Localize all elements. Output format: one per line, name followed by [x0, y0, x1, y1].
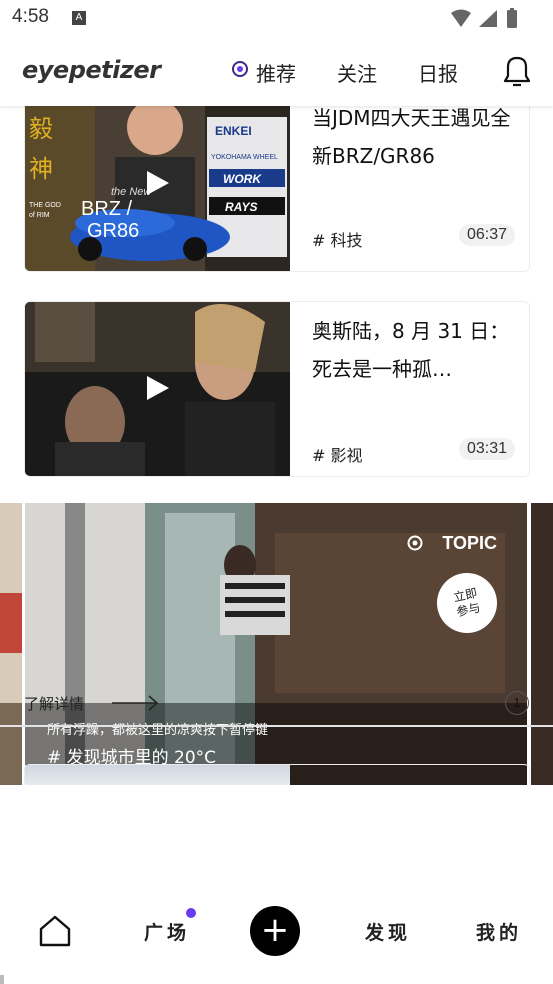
app-header: eyepetizer 推荐 关注 日报: [0, 40, 553, 106]
tab-follow[interactable]: 关注: [337, 58, 377, 87]
next-banner-edge[interactable]: [531, 503, 553, 785]
app-logo[interactable]: eyepetizer: [22, 56, 161, 84]
thumb-small-text-1: THE GOD: [29, 202, 61, 209]
gesture-indicator: [0, 975, 4, 984]
wifi-icon: [451, 9, 471, 27]
learn-more-row[interactable]: 了解详情 1: [0, 679, 553, 727]
duration-badge: 03:31: [458, 438, 515, 460]
brand-work: WORK: [223, 172, 262, 186]
video-card[interactable]: 奥斯陆，8 月 31 日：死去是一种孤… # 影视 03:31: [24, 301, 530, 477]
duration-badge: 06:37: [458, 224, 515, 246]
topic-banner[interactable]: TOPIC 立即参与 所有浮躁，都被这里的凉爽按下暂停键 # 发现城市里的 20…: [25, 503, 527, 785]
arrow-right-icon[interactable]: [112, 694, 160, 712]
topic-banner-carousel[interactable]: TOPIC 立即参与 所有浮躁，都被这里的凉爽按下暂停键 # 发现城市里的 20…: [0, 503, 553, 785]
video-card-partial[interactable]: [24, 764, 530, 785]
battery-icon: [507, 10, 517, 28]
brand-yokohama: YOKOHAMA WHEEL: [211, 154, 278, 161]
join-label: 立即参与: [452, 585, 482, 620]
play-icon[interactable]: [147, 376, 169, 400]
home-icon[interactable]: [38, 914, 72, 948]
learn-more-label[interactable]: 了解详情: [24, 693, 84, 714]
plus-icon[interactable]: +: [250, 906, 300, 956]
nav-square[interactable]: 广场: [144, 918, 190, 945]
status-bar: 4:58 A: [0, 0, 553, 40]
nav-mine[interactable]: 我的: [476, 918, 522, 945]
topic-label: TOPIC: [442, 533, 497, 553]
card-tag[interactable]: # 科技: [312, 227, 363, 251]
thumb-car-line1: BRZ /: [81, 198, 133, 220]
topic-icon: [407, 535, 423, 551]
card-title[interactable]: 当JDM四大天王遇见全新BRZ/GR86: [312, 99, 517, 175]
status-icons: [451, 8, 517, 28]
tab-daily[interactable]: 日报: [418, 58, 458, 87]
video-thumbnail[interactable]: [25, 765, 290, 785]
card-tag[interactable]: # 影视: [312, 442, 363, 466]
thumb-small-text-2: of RIM: [29, 212, 50, 219]
prev-banner-edge[interactable]: [0, 503, 22, 785]
brand-enkei: ENKEI: [215, 124, 252, 138]
tab-recommend[interactable]: 推荐: [256, 58, 296, 87]
thumb-car-line2: GR86: [87, 220, 139, 242]
thumb-big-text-1: 毅: [29, 115, 53, 143]
notification-a-icon: A: [72, 11, 86, 25]
play-icon[interactable]: [147, 171, 169, 195]
page-indicator: 1: [505, 691, 529, 715]
notification-dot: [186, 908, 196, 918]
bottom-nav: 广场 + 发现 我的: [0, 880, 553, 984]
nav-discover[interactable]: 发现: [365, 918, 411, 945]
brand-rays: RAYS: [225, 200, 257, 214]
bell-icon[interactable]: [501, 54, 533, 88]
card-title[interactable]: 奥斯陆，8 月 31 日：死去是一种孤…: [312, 312, 517, 388]
thumb-big-text-2: 神: [29, 155, 53, 183]
signal-icon: [479, 10, 497, 27]
video-card[interactable]: 毅 神 THE GOD of RIM the New BRZ / GR86 EN…: [24, 96, 530, 272]
status-time: 4:58: [12, 6, 49, 27]
dot-circle-icon: [232, 61, 248, 77]
